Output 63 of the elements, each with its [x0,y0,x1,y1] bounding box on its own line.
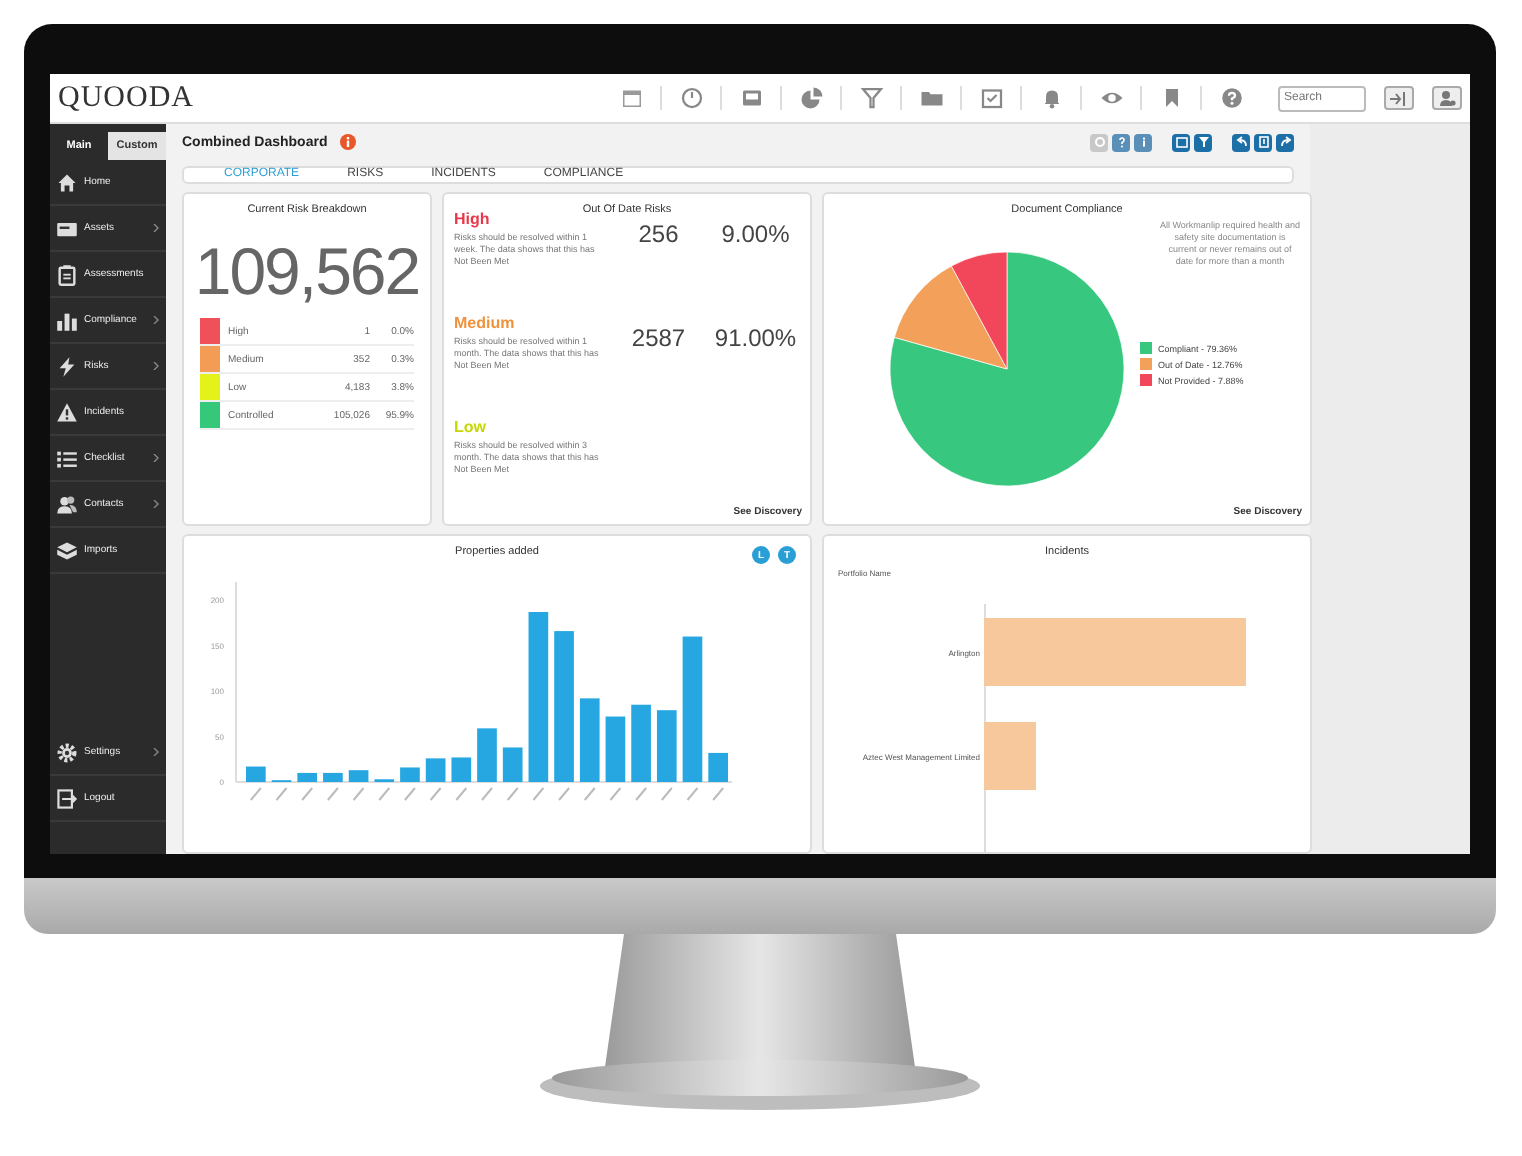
bar [323,772,343,782]
risk-percent: 91.00% [712,324,799,352]
filter-icon[interactable] [860,86,902,110]
bar [400,767,420,782]
bar [708,752,728,782]
risk-percent: 9.00% [719,220,792,248]
bar [631,704,651,782]
layers-icon [56,539,78,561]
back-icon [1235,136,1247,149]
forward-button[interactable] [1276,133,1294,152]
bar [502,747,523,782]
user-settings-button[interactable] [1432,86,1462,110]
logo: QUOODA [58,81,194,115]
logout-icon [56,787,78,809]
bar [297,772,318,782]
clipboard-icon [56,263,78,285]
bar [246,766,266,782]
risk-level-heading: High [454,210,492,228]
bar [656,710,677,782]
risk-level-heading: Low [454,418,488,436]
pie-chart-icon[interactable] [800,86,842,110]
export-button[interactable] [1254,133,1272,152]
bar [451,757,472,782]
export-icon [1257,136,1269,149]
bar [477,728,497,782]
folder-icon[interactable] [920,86,962,110]
risk-level-heading: Medium [454,314,517,332]
user-icon [1439,90,1455,106]
house-icon [56,171,78,193]
checklist-icon[interactable] [980,86,1022,110]
bookmark-icon[interactable] [1160,86,1202,110]
bell-icon[interactable] [1040,86,1082,110]
risk-total: 109,562 [192,234,422,310]
filter-button[interactable] [1194,133,1212,152]
risk-count: 256 [636,220,681,248]
risk-count: 2587 [629,324,688,352]
info-button[interactable] [1134,133,1152,152]
bar [605,716,626,782]
calendar-button[interactable] [1172,133,1190,152]
filter-icon [1197,136,1209,149]
lightning-icon [56,355,78,377]
info-icon [1137,136,1149,149]
eye-icon[interactable] [1100,86,1142,110]
bar [348,770,369,782]
pin-icon [1390,91,1408,105]
bar [425,758,446,782]
info-icon[interactable] [339,134,356,151]
settings-icon [56,741,78,763]
bar [579,698,600,782]
card-icon [56,217,78,239]
pin-button[interactable] [1384,86,1414,110]
warning-icon [56,401,78,423]
help-button[interactable] [1112,133,1130,152]
settings-icon [1093,136,1105,149]
forward-icon [1279,136,1291,149]
tray-icon[interactable] [740,86,782,110]
back-button[interactable] [1232,133,1250,152]
people-icon [56,493,78,515]
list-icon [56,447,78,469]
bar [984,722,1036,790]
help-icon [1115,136,1127,149]
gauge-icon[interactable] [680,86,722,110]
bar-chart-icon [56,309,78,331]
